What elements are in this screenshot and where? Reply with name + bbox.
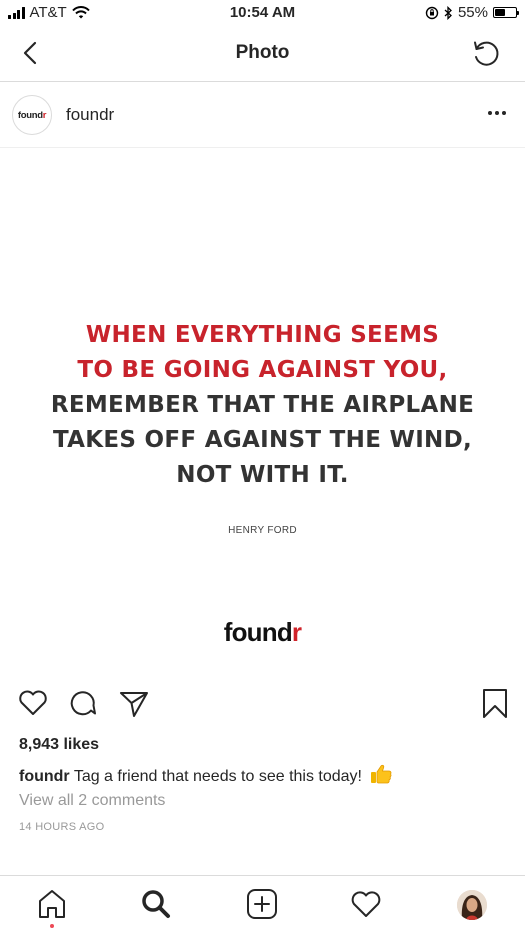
bluetooth-icon — [444, 5, 452, 20]
thumbs-up-icon — [371, 764, 392, 784]
heart-icon[interactable] — [16, 686, 50, 720]
battery-percent: 55% — [457, 4, 488, 21]
quote-line: WHEN EVERYTHING SEEMS — [85, 322, 440, 348]
post-image[interactable]: WHEN EVERYTHING SEEMS TO BE GOING AGAINS… — [0, 148, 525, 676]
quote-line: TAKES OFF AGAINST THE WIND, — [52, 427, 473, 453]
caption-text: Tag a friend that needs to see this toda… — [73, 768, 362, 785]
post-header: foundr foundr — [0, 82, 525, 148]
add-post-icon[interactable] — [244, 886, 280, 922]
home-icon[interactable] — [34, 886, 70, 922]
profile-photo — [457, 890, 487, 920]
comment-icon[interactable] — [66, 686, 100, 720]
share-icon[interactable] — [117, 686, 151, 720]
battery-fill — [495, 9, 506, 16]
activity-heart-icon[interactable] — [348, 886, 384, 922]
more-options-icon[interactable] — [485, 104, 509, 122]
like-count[interactable]: 8,943 likes — [19, 736, 99, 754]
avatar-logo: foundr — [17, 109, 47, 121]
quote-line: NOT WITH IT. — [176, 462, 349, 488]
caption-username[interactable]: foundr — [19, 768, 70, 785]
bookmark-icon[interactable] — [478, 686, 512, 720]
avatar[interactable]: foundr — [12, 95, 52, 135]
nav-bar: Photo — [0, 26, 525, 82]
home-indicator-dot — [50, 924, 54, 928]
caption: foundr Tag a friend that needs to see th… — [19, 764, 509, 786]
tab-bar — [0, 875, 525, 933]
orientation-lock-icon — [425, 6, 439, 19]
brand-logo: foundr — [223, 617, 302, 647]
search-icon[interactable] — [138, 886, 174, 922]
profile-avatar[interactable] — [457, 890, 487, 920]
post-timestamp: 14 HOURS AGO — [19, 821, 105, 833]
quote-author: HENRY FORD — [228, 525, 297, 536]
quote-text: WHEN EVERYTHING SEEMS TO BE GOING AGAINS… — [0, 318, 525, 493]
refresh-icon[interactable] — [469, 36, 503, 70]
quote-line: TO BE GOING AGAINST YOU, — [77, 357, 448, 383]
page-title: Photo — [235, 42, 290, 63]
username[interactable]: foundr — [66, 105, 114, 125]
view-comments-link[interactable]: View all 2 comments — [19, 792, 165, 810]
quote-line: REMEMBER THAT THE AIRPLANE — [50, 392, 475, 418]
status-bar: AT&T 10:54 AM 55% — [0, 0, 525, 26]
post-actions — [0, 686, 525, 724]
battery-icon — [493, 7, 519, 18]
status-right: 55% — [425, 4, 519, 21]
